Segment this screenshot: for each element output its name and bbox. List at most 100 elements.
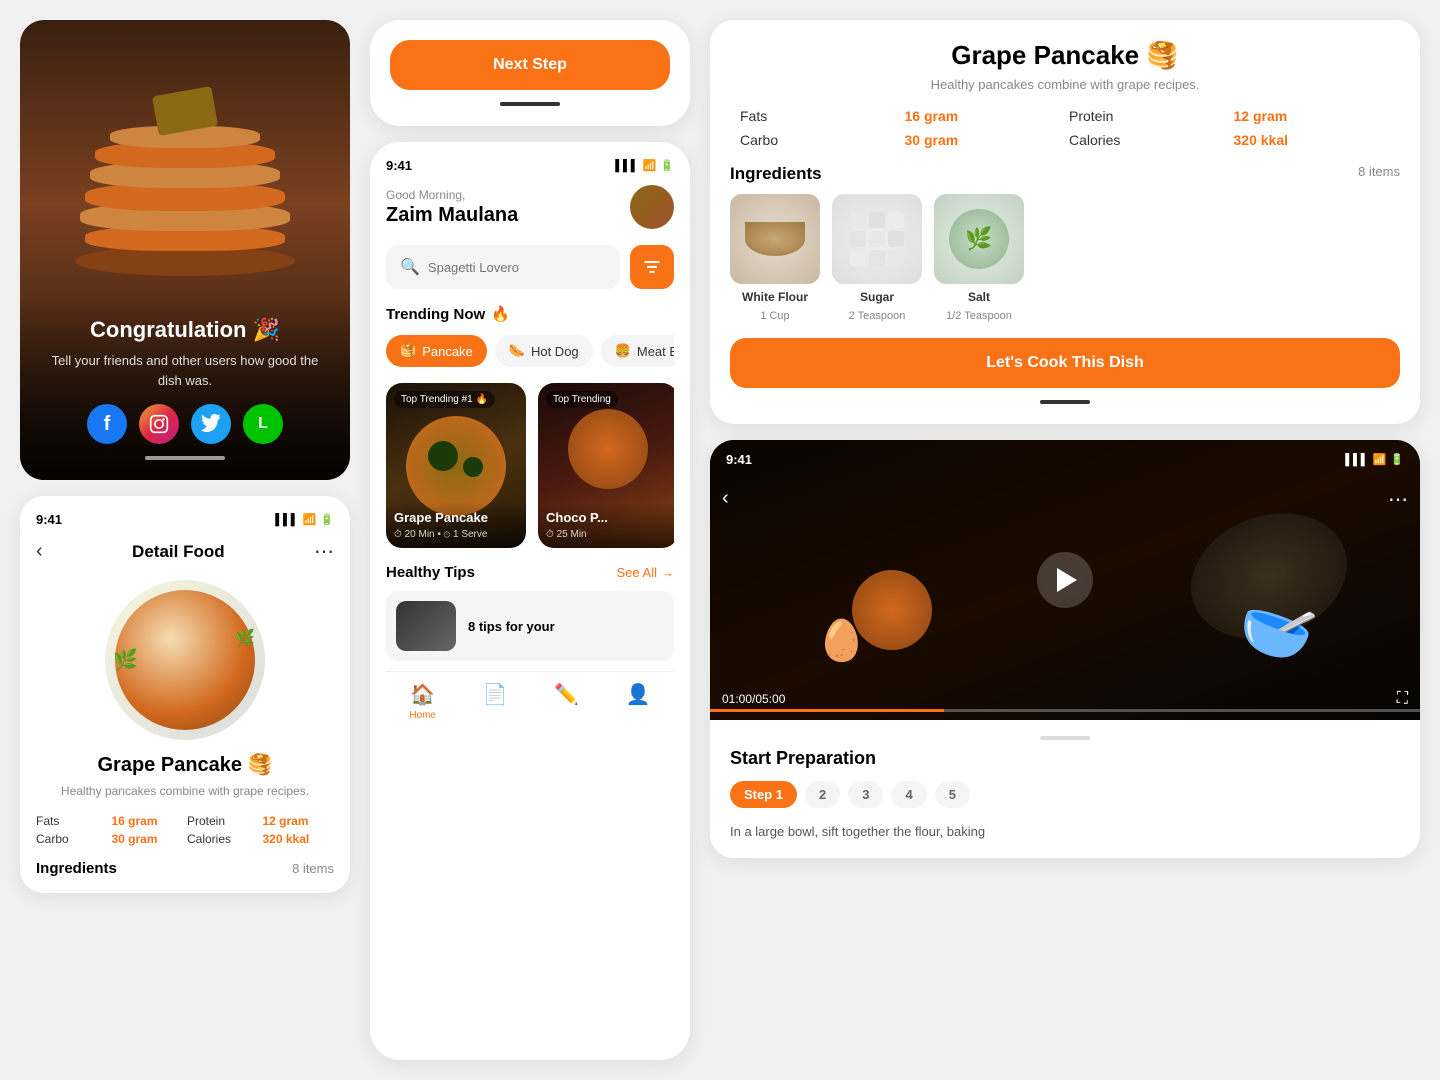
search-row: 🔍 bbox=[386, 245, 674, 289]
carbo-label: Carbo bbox=[36, 832, 108, 846]
ingredients-section-header: Ingredients 8 items bbox=[730, 164, 1400, 184]
profile-icon: 👤 bbox=[626, 682, 651, 707]
serve-icon: ⊙ bbox=[444, 529, 451, 540]
salt-image: 🌿 bbox=[934, 194, 1024, 284]
fire-icon: 🔥 bbox=[491, 305, 510, 323]
video-bottom-controls: 01:00/05:00 ⛶ bbox=[722, 690, 1408, 708]
step-5-button[interactable]: 5 bbox=[935, 781, 970, 808]
congrats-title: Congratulation 🎉 bbox=[40, 317, 330, 343]
prep-title: Start Preparation bbox=[730, 748, 1400, 769]
home-icon: 🏠 bbox=[410, 682, 435, 707]
instagram-icon[interactable] bbox=[139, 404, 179, 444]
r-fats-label: Fats bbox=[740, 108, 897, 124]
salt-name: Salt bbox=[968, 290, 990, 304]
flour-name: White Flour bbox=[742, 290, 808, 304]
video-controls-bar: ‹ ⋯ bbox=[710, 479, 1420, 520]
app-header-row: Good Morning, Zaim Maulana bbox=[386, 185, 674, 229]
category-hotdog[interactable]: 🌭 Hot Dog bbox=[495, 335, 593, 367]
progress-dot bbox=[500, 102, 560, 106]
more-options-button[interactable]: ⋯ bbox=[314, 539, 334, 564]
pancake-icon: 🥞 bbox=[400, 343, 416, 359]
r-protein-value: 12 gram bbox=[1234, 108, 1391, 124]
food-card-meta-0: ⏱ 20 Min • ⊙ 1 Serve bbox=[394, 529, 518, 540]
social-icons-row: f L bbox=[40, 404, 330, 444]
r-carbo-value: 30 gram bbox=[905, 132, 1062, 148]
video-progress-bar-bottom bbox=[1040, 400, 1090, 404]
wifi-icon: 📶 bbox=[303, 513, 317, 526]
middle-column: Next Step 9:41 ▌▌▌ 📶 🔋 Good Morning, Zai… bbox=[370, 20, 690, 1060]
user-avatar[interactable] bbox=[630, 185, 674, 229]
step-indicators: Step 1 2 3 4 5 bbox=[730, 781, 1400, 808]
food-image: 🌿 🌿 bbox=[105, 580, 265, 740]
ingredients-section: Ingredients 8 items White Flour 1 Cup bbox=[730, 164, 1400, 322]
line-icon[interactable]: L bbox=[243, 404, 283, 444]
congrats-subtitle: Tell your friends and other users how go… bbox=[40, 351, 330, 390]
ingredient-salt: 🌿 Salt 1/2 Teaspoon bbox=[934, 194, 1024, 322]
video-more-button[interactable]: ⋯ bbox=[1388, 487, 1408, 512]
facebook-icon[interactable]: f bbox=[87, 404, 127, 444]
step-2-button[interactable]: 2 bbox=[805, 781, 840, 808]
sugar-amount: 2 Teaspoon bbox=[849, 310, 906, 322]
app-signal-icon: ▌▌▌ bbox=[615, 160, 638, 172]
food-badge-0: Top Trending #1 🔥 bbox=[394, 391, 495, 408]
ing-section-title: Ingredients bbox=[730, 164, 822, 184]
carbo-value: 30 gram bbox=[112, 832, 184, 846]
video-status-icons: ▌▌▌ 📶 🔋 bbox=[1345, 453, 1404, 466]
video-back-button[interactable]: ‹ bbox=[722, 487, 729, 512]
food-card-name-1: Choco P... bbox=[546, 510, 670, 525]
see-all-button[interactable]: See All → bbox=[617, 565, 674, 580]
app-wifi-icon: 📶 bbox=[643, 159, 657, 172]
step-4-button[interactable]: 4 bbox=[891, 781, 926, 808]
edit-icon: ✏️ bbox=[554, 682, 579, 707]
filter-button[interactable] bbox=[630, 245, 674, 289]
food-card-1[interactable]: Top Trending Choco P... ⏱ 25 Min bbox=[538, 383, 674, 548]
step-3-button[interactable]: 3 bbox=[848, 781, 883, 808]
nav-recipe[interactable]: 📄 bbox=[483, 682, 508, 721]
app-time: 9:41 bbox=[386, 158, 412, 173]
sugar-image bbox=[832, 194, 922, 284]
bottom-navigation: 🏠 Home 📄 ✏️ 👤 bbox=[386, 671, 674, 721]
video-progress-fill bbox=[710, 709, 944, 712]
fullscreen-icon[interactable]: ⛶ bbox=[1397, 690, 1408, 708]
fats-value: 16 gram bbox=[112, 814, 184, 828]
healthy-tips-header: Healthy Tips See All → bbox=[386, 564, 674, 581]
video-container[interactable]: 🥣 🥚 9:41 ▌▌▌ 📶 🔋 ‹ ⋯ bbox=[710, 440, 1420, 720]
back-button[interactable]: ‹ bbox=[36, 540, 43, 563]
r-protein-label: Protein bbox=[1069, 108, 1226, 124]
nav-profile[interactable]: 👤 bbox=[626, 682, 651, 721]
next-step-card: Next Step bbox=[370, 20, 690, 126]
nav-home[interactable]: 🏠 Home bbox=[409, 682, 436, 721]
tips-text: 8 tips for your bbox=[468, 619, 555, 634]
step-1-button[interactable]: Step 1 bbox=[730, 781, 797, 808]
video-signal: ▌▌▌ bbox=[1345, 454, 1368, 466]
nav-edit[interactable]: ✏️ bbox=[554, 682, 579, 721]
category-meatburg[interactable]: 🍔 Meat Burg... bbox=[601, 335, 674, 367]
status-bar: 9:41 ▌▌▌ 📶 🔋 bbox=[36, 512, 334, 527]
food-badge-1: Top Trending bbox=[546, 391, 618, 408]
category-label-hotdog: Hot Dog bbox=[531, 344, 579, 359]
ingredients-items: White Flour 1 Cup bbox=[730, 194, 1400, 322]
cook-dish-button[interactable]: Let's Cook This Dish bbox=[730, 338, 1400, 388]
congrats-card: Congratulation 🎉 Tell your friends and o… bbox=[20, 20, 350, 480]
nav-title: Detail Food bbox=[132, 542, 225, 562]
food-card-0[interactable]: Top Trending #1 🔥 Grape Pancake ⏱ 20 Min… bbox=[386, 383, 526, 548]
video-top-bar: 9:41 ▌▌▌ 📶 🔋 bbox=[710, 440, 1420, 479]
next-step-button[interactable]: Next Step bbox=[390, 40, 670, 90]
video-play-button[interactable] bbox=[1037, 552, 1093, 608]
tips-card[interactable]: 8 tips for your bbox=[386, 591, 674, 661]
category-pancake[interactable]: 🥞 Pancake bbox=[386, 335, 487, 367]
prep-instructions: In a large bowl, sift together the flour… bbox=[730, 822, 1400, 842]
video-progress-line[interactable] bbox=[710, 709, 1420, 712]
twitter-icon[interactable] bbox=[191, 404, 231, 444]
food-title: Grape Pancake 🥞 bbox=[36, 752, 334, 777]
food-card-name-0: Grape Pancake bbox=[394, 510, 518, 525]
search-input[interactable] bbox=[428, 260, 606, 275]
video-info-panel: Start Preparation Step 1 2 3 4 5 In a la bbox=[710, 720, 1420, 858]
sugar-name: Sugar bbox=[860, 290, 894, 304]
search-input-wrap[interactable]: 🔍 bbox=[386, 245, 620, 289]
user-name: Zaim Maulana bbox=[386, 204, 518, 227]
time-display: 9:41 bbox=[36, 512, 62, 527]
video-wifi: 📶 bbox=[1373, 453, 1387, 466]
arrow-right-icon: → bbox=[661, 565, 674, 580]
ingredients-header: Ingredients 8 items bbox=[36, 860, 334, 877]
